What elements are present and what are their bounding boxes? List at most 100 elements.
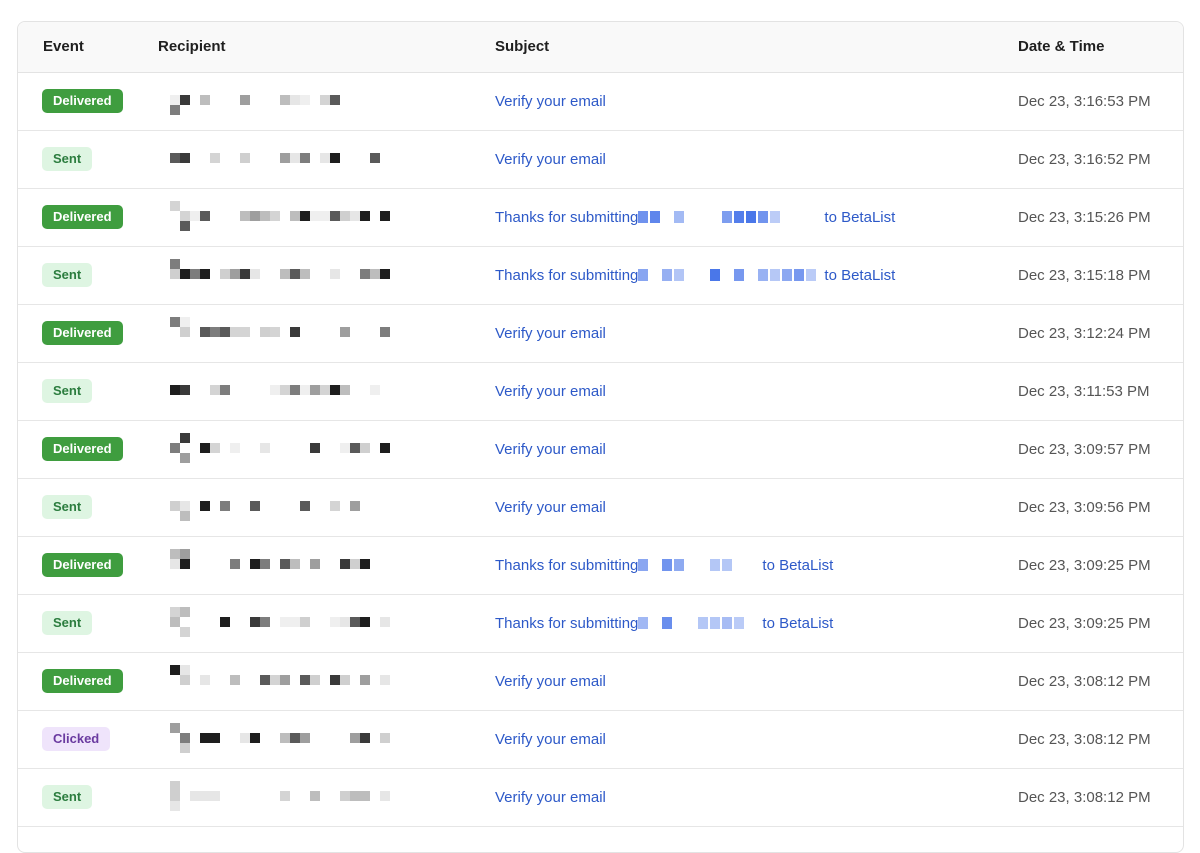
subject-link[interactable]: Verify your email	[495, 305, 606, 362]
redaction-pixel	[180, 453, 190, 463]
table-row[interactable]: Sent Thanks for submitting to BetaList Dec …	[18, 247, 1183, 305]
redaction-block	[638, 617, 649, 630]
redaction-pixel	[170, 443, 180, 453]
event-timestamp: Dec 23, 3:08:12 PM	[1018, 673, 1151, 690]
recipient-redacted	[150, 363, 430, 420]
redaction-pixel	[370, 385, 380, 395]
redaction-pixel	[360, 211, 370, 221]
table-row[interactable]: Sent Verify your email Dec 23, 3:08:12 PM	[18, 769, 1183, 827]
subject-suffix: to BetaList	[762, 615, 834, 632]
subject-suffix: to BetaList	[824, 209, 896, 226]
redaction-pixel	[240, 269, 250, 279]
redaction-pixel	[280, 559, 290, 569]
redaction-pixel	[270, 327, 280, 337]
redaction-pixel	[330, 675, 340, 685]
subject-link[interactable]: Verify your email	[495, 769, 606, 826]
redaction-pixel	[170, 617, 180, 627]
redaction-pixel	[220, 385, 230, 395]
redaction-pixel	[260, 617, 270, 627]
redaction-pixel	[230, 327, 240, 337]
redaction-pixel	[270, 675, 280, 685]
subject-link[interactable]: Verify your email	[495, 653, 606, 710]
subject-text: Verify your email	[495, 673, 606, 690]
table-row[interactable]: Delivered Verify your email Dec 23, 3:08:1…	[18, 653, 1183, 711]
redaction-pixel	[370, 153, 380, 163]
table-row[interactable]: Delivered Thanks for submitting to BetaLis…	[18, 537, 1183, 595]
redaction-pixel	[240, 211, 250, 221]
redaction-pixel	[220, 269, 230, 279]
redaction-pixel	[280, 269, 290, 279]
table-row[interactable]: Delivered Verify your email Dec 23, 3:09:5…	[18, 421, 1183, 479]
redaction-block	[710, 269, 721, 282]
redaction-pixel	[250, 211, 260, 221]
recipient-redacted	[150, 305, 430, 362]
event-timestamp: Dec 23, 3:12:24 PM	[1018, 325, 1151, 342]
redaction-pixel	[330, 501, 340, 511]
redaction-pixel	[300, 385, 310, 395]
redaction-pixel	[250, 559, 260, 569]
subject-text: Verify your email	[495, 151, 606, 168]
subject-text: Verify your email	[495, 789, 606, 806]
redaction-pixel	[360, 269, 370, 279]
subject-link[interactable]: Verify your email	[495, 363, 606, 420]
redaction-pixel	[310, 443, 320, 453]
header-event: Event	[43, 38, 84, 55]
redaction-pixel	[380, 733, 390, 743]
redaction-block	[698, 617, 709, 630]
recipient-redacted	[150, 537, 430, 594]
redaction-pixel	[350, 559, 360, 569]
table-row[interactable]: Delivered Verify your email Dec 23, 3:12:2…	[18, 305, 1183, 363]
redaction-pixel	[380, 791, 390, 801]
subject-link[interactable]: Thanks for submitting to BetaList	[495, 595, 833, 652]
subject-link[interactable]: Thanks for submitting to BetaList	[495, 247, 895, 304]
subject-link[interactable]: Verify your email	[495, 479, 606, 536]
subject-link[interactable]: Thanks for submitting to BetaList	[495, 537, 833, 594]
event-timestamp: Dec 23, 3:16:52 PM	[1018, 151, 1151, 168]
redaction-pixel	[360, 675, 370, 685]
delivered-status-badge: Delivered	[42, 321, 123, 345]
redaction-pixel	[380, 675, 390, 685]
table-row[interactable]: Delivered Verify your email Dec 23, 3:16:5…	[18, 73, 1183, 131]
subject-link[interactable]: Verify your email	[495, 711, 606, 768]
subject-text: Verify your email	[495, 499, 606, 516]
subject-link[interactable]: Verify your email	[495, 421, 606, 478]
redaction-pixel	[170, 269, 180, 279]
subject-link[interactable]: Thanks for submitting to BetaList	[495, 189, 895, 246]
redaction-pixel	[370, 269, 380, 279]
redaction-pixel	[170, 723, 180, 733]
header-subject: Subject	[495, 38, 550, 55]
redaction-pixel	[240, 153, 250, 163]
redaction-pixel	[300, 95, 310, 105]
table-row[interactable]: Sent Verify your email Dec 23, 3:11:53 PM	[18, 363, 1183, 421]
recipient-redacted	[150, 595, 430, 652]
redaction-pixel	[380, 327, 390, 337]
redaction-pixel	[300, 617, 310, 627]
table-row[interactable]: Delivered Thanks for submitting to BetaLis…	[18, 189, 1183, 247]
redaction-pixel	[190, 269, 200, 279]
subject-link[interactable]: Verify your email	[495, 73, 606, 130]
redaction-block	[662, 617, 673, 630]
redaction-pixel	[300, 675, 310, 685]
redaction-pixel	[290, 559, 300, 569]
delivered-status-badge: Delivered	[42, 89, 123, 113]
table-row[interactable]: Sent Verify your email Dec 23, 3:09:56 PM	[18, 479, 1183, 537]
redaction-pixel	[180, 433, 190, 443]
redaction-block	[722, 617, 733, 630]
table-row[interactable]: Clicked Verify your email Dec 23, 3:08:12 …	[18, 711, 1183, 769]
table-row[interactable]: Sent Thanks for submitting to BetaList Dec …	[18, 595, 1183, 653]
sent-status-badge: Sent	[42, 611, 93, 635]
table-row[interactable]: Sent Verify your email Dec 23, 3:16:52 PM	[18, 131, 1183, 189]
redaction-pixel	[200, 269, 210, 279]
subject-link[interactable]: Verify your email	[495, 131, 606, 188]
subject-prefix: Thanks for submitting	[495, 209, 639, 226]
event-timestamp: Dec 23, 3:09:56 PM	[1018, 499, 1151, 516]
sent-status-badge: Sent	[42, 147, 93, 171]
redaction-pixel	[210, 733, 220, 743]
redaction-block	[710, 617, 721, 630]
redaction-pixel	[280, 95, 290, 105]
clicked-status-badge: Clicked	[42, 727, 111, 751]
redaction-block	[722, 559, 733, 572]
redaction-pixel	[240, 327, 250, 337]
recipient-redacted	[150, 189, 430, 246]
redaction-pixel	[180, 665, 190, 675]
